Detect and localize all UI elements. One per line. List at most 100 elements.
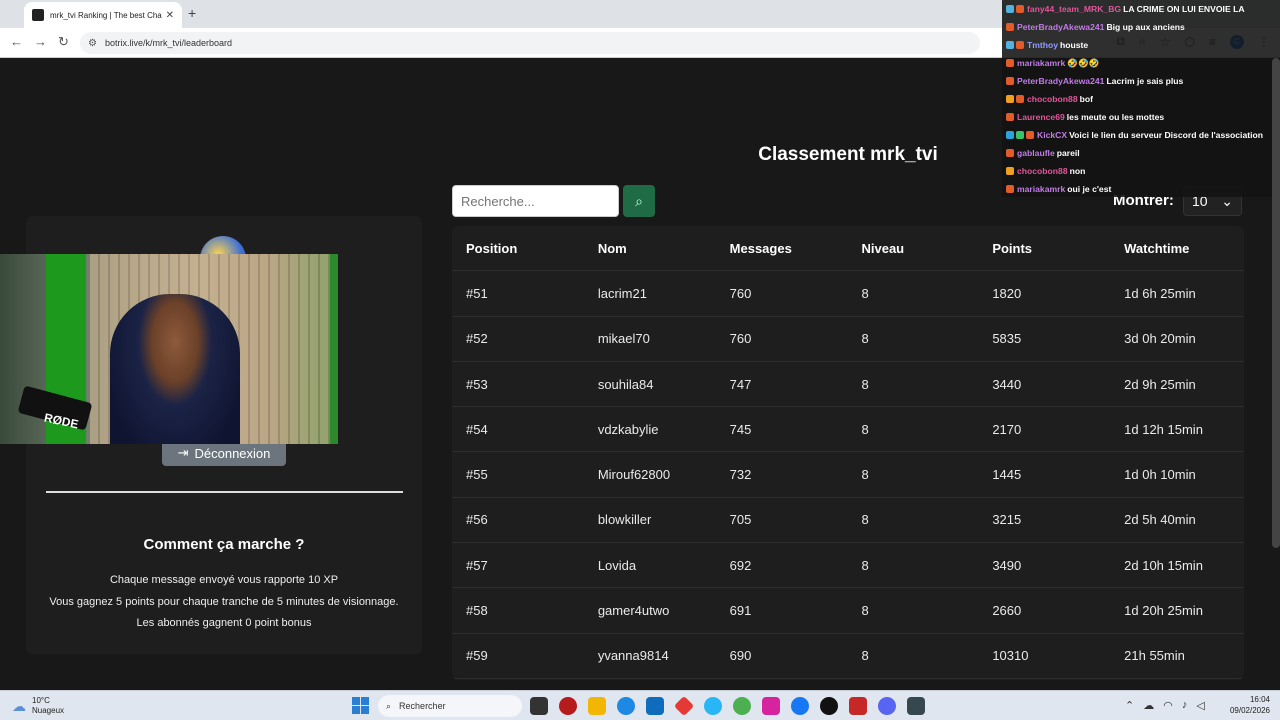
app-icon[interactable] <box>673 695 695 717</box>
chevron-up-icon[interactable]: ⌃ <box>1125 699 1134 712</box>
chrome-icon[interactable] <box>733 697 751 715</box>
column-header-position[interactable]: Position <box>466 241 598 256</box>
cell-watchtime: 1d 20h 25min <box>1124 603 1203 619</box>
cell-level: 8 <box>861 557 869 573</box>
store-icon[interactable] <box>646 697 664 715</box>
clock[interactable]: 16:04 09/02/2026 <box>1228 694 1270 716</box>
cloud-sync-icon[interactable]: ☁ <box>1143 699 1154 712</box>
cell-level: 8 <box>861 467 869 483</box>
how-it-works-title: Comment ça marche ? <box>143 536 305 553</box>
reload-icon[interactable]: ↻ <box>58 34 69 50</box>
cell-name: Lovida <box>597 557 637 573</box>
cell-level: 8 <box>861 421 869 437</box>
column-header-level[interactable]: Niveau <box>861 241 992 256</box>
volume-icon[interactable]: ◁ <box>1196 699 1204 712</box>
windows-start-icon[interactable] <box>352 697 369 714</box>
taskbar-search[interactable]: ⌕ Rechercher <box>378 695 522 717</box>
cell-level: 8 <box>861 285 869 301</box>
cell-watchtime: 3d 0h 20min <box>1124 331 1196 347</box>
chat-message: Tmthoy houste <box>1002 36 1280 54</box>
cell-points: 5835 <box>992 331 1022 347</box>
chat-username: KickCX <box>1037 130 1068 140</box>
search-icon: ⌕ <box>635 192 643 209</box>
table-row: #55 Mirouf62800 732 8 1445 1d 0h 10min <box>452 452 1244 498</box>
forward-icon[interactable]: → <box>34 34 47 49</box>
leaderboard-table: Position Nom Messages Niveau Points Watc… <box>452 226 1244 680</box>
app-icon[interactable] <box>704 697 722 715</box>
chat-text: Big up aux anciens <box>1106 22 1185 32</box>
cell-name: blowkiller <box>597 512 652 528</box>
close-tab-icon[interactable]: ✕ <box>166 10 174 21</box>
system-tray: ⌃ ☁ ◠ ♪ ◁ <box>1125 699 1205 712</box>
column-header-watchtime[interactable]: Watchtime <box>1124 241 1244 256</box>
url-input[interactable]: ⚙ botrix.live/k/mrk_tvi/leaderboard <box>80 32 980 54</box>
page-scrollbar[interactable] <box>1272 58 1280 548</box>
column-header-points[interactable]: Points <box>992 241 1124 256</box>
table-row: #59 yvanna9814 690 8 10310 21h 55min <box>452 634 1244 679</box>
tiktok-icon[interactable] <box>820 697 838 715</box>
chat-overlay: fany44_team_MRK_BG LA CRIME ON LUI ENVOIE… <box>1002 0 1280 197</box>
column-header-messages[interactable]: Messages <box>730 241 862 256</box>
chat-text: non <box>1069 166 1086 176</box>
column-header-name[interactable]: Nom <box>598 241 730 256</box>
chat-username: gablaufle <box>1017 148 1055 158</box>
task-view-icon[interactable] <box>530 697 548 715</box>
kick-badge-icon <box>1006 149 1014 157</box>
instagram-icon[interactable] <box>762 697 780 715</box>
taskbar-search-label: Rechercher <box>399 701 446 711</box>
chat-message: chocobon88 bof <box>1002 90 1280 108</box>
chat-text: les meute ou les mottes <box>1066 112 1165 122</box>
table-header: Position Nom Messages Niveau Points Watc… <box>452 226 1244 272</box>
wifi-icon[interactable]: ◠ <box>1163 699 1173 712</box>
cell-name: vdzkabylie <box>597 421 659 437</box>
cell-messages: 692 <box>729 557 752 573</box>
app-icon[interactable] <box>559 697 577 715</box>
cell-points: 10310 <box>992 648 1029 664</box>
weather-widget[interactable]: ☁ 10°C Nuageux <box>12 696 64 716</box>
facebook-icon[interactable] <box>791 697 809 715</box>
cell-watchtime: 1d 6h 25min <box>1124 285 1196 301</box>
cell-position: #56 <box>466 512 488 528</box>
cell-points: 3490 <box>992 557 1022 573</box>
cell-points: 3215 <box>992 512 1022 528</box>
bot-badge-icon <box>1006 131 1014 139</box>
discord-icon[interactable] <box>878 697 896 715</box>
browser-tab[interactable]: mrk_tvi Ranking | The best Chat ✕ <box>24 2 182 28</box>
chat-text: oui je c'est <box>1067 184 1112 194</box>
subscriber-badge-icon <box>1006 5 1014 13</box>
cell-position: #55 <box>466 467 488 483</box>
table-row: #53 souhila84 747 8 3440 2d 9h 25min <box>452 362 1244 408</box>
edge-icon[interactable] <box>617 697 635 715</box>
cloud-icon: ☁ <box>12 697 26 714</box>
back-icon[interactable]: ← <box>10 34 23 49</box>
chat-message: fany44_team_MRK_BG LA CRIME ON LUI ENVOIE… <box>1002 0 1280 18</box>
file-explorer-icon[interactable] <box>588 697 606 715</box>
app-icon[interactable] <box>907 697 925 715</box>
chat-username: PeterBradyAkewa241 <box>1017 22 1105 32</box>
cell-messages: 745 <box>729 421 752 437</box>
microphone-icon[interactable]: ♪ <box>1182 699 1188 712</box>
search-input[interactable] <box>452 185 619 217</box>
kick-badge-icon <box>1006 77 1014 85</box>
chat-message: PeterBradyAkewa241 Big up aux anciens <box>1002 18 1280 36</box>
site-favicon-icon <box>32 9 44 21</box>
kick-badge-icon <box>1006 23 1014 31</box>
cell-name: mikael70 <box>597 331 650 347</box>
kick-badge-icon <box>1016 95 1024 103</box>
table-row: #57 Lovida 692 8 3490 2d 10h 15min <box>452 543 1244 589</box>
site-info-icon[interactable]: ⚙ <box>88 38 97 49</box>
cell-level: 8 <box>861 603 869 619</box>
kick-badge-icon <box>1026 131 1034 139</box>
chat-message: Laurence69 les meute ou les mottes <box>1002 108 1280 126</box>
logout-label: Déconnexion <box>194 445 271 461</box>
chat-username: mariakamrk <box>1017 58 1066 68</box>
table-row: #54 vdzkabylie 745 8 2170 1d 12h 15min <box>452 407 1244 453</box>
kick-badge-icon <box>1006 59 1014 67</box>
search-button[interactable]: ⌕ <box>623 185 655 217</box>
cell-position: #59 <box>466 648 488 664</box>
cell-position: #53 <box>466 376 488 392</box>
kick-badge-icon <box>1016 41 1024 49</box>
cell-messages: 690 <box>729 648 752 664</box>
app-icon[interactable] <box>849 697 867 715</box>
new-tab-button[interactable]: + <box>188 5 196 21</box>
